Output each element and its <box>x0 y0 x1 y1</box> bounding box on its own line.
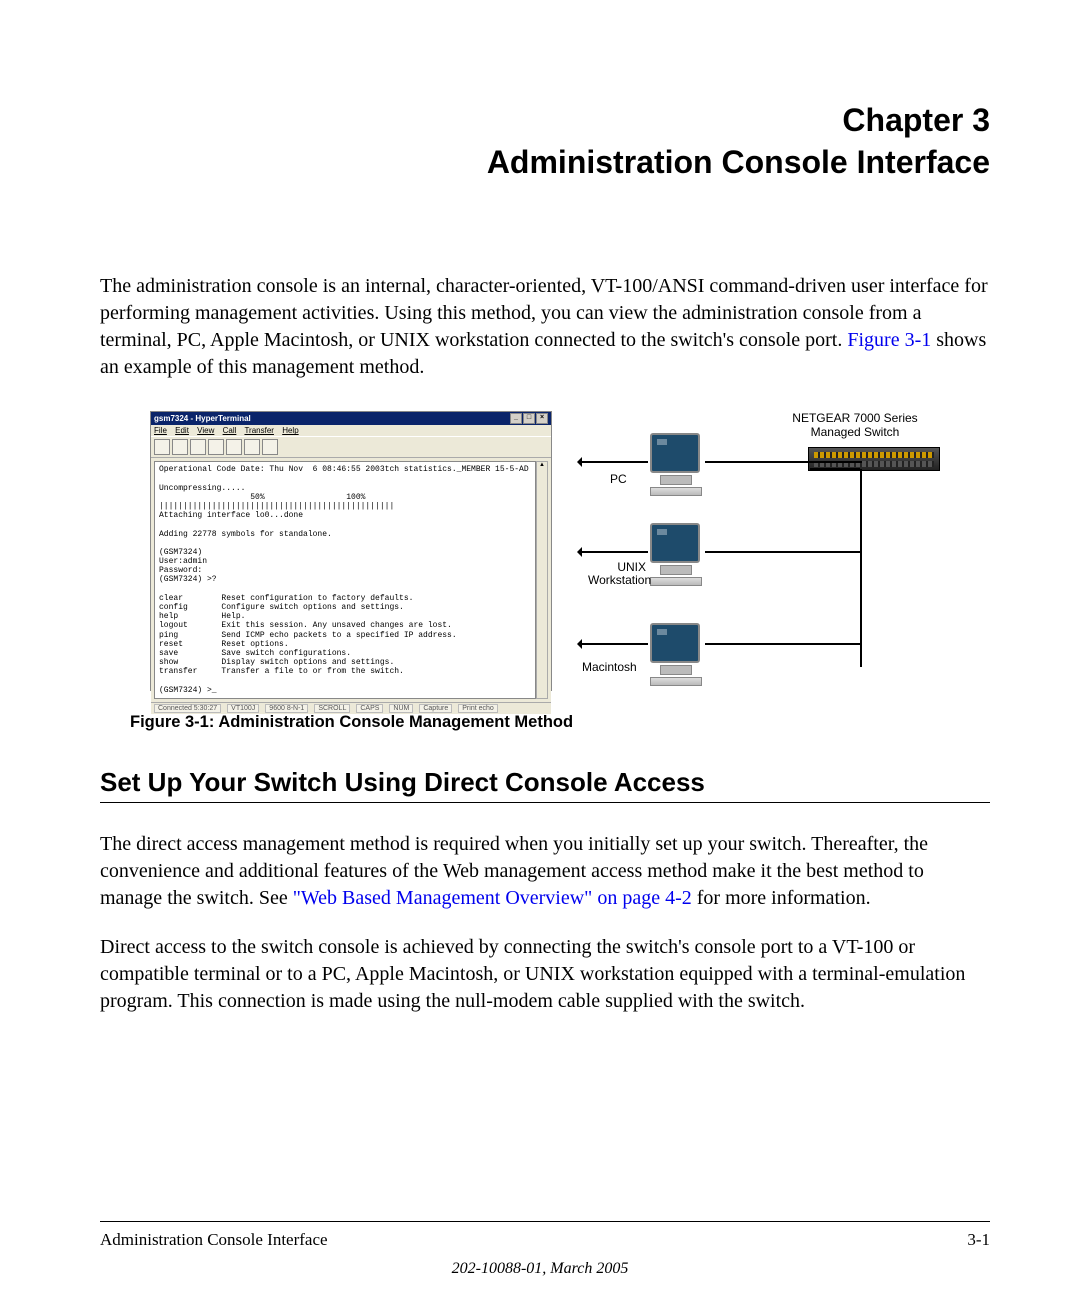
status-capture: Capture <box>419 704 452 713</box>
toolbar-button[interactable] <box>154 439 170 455</box>
scrollbar[interactable] <box>536 461 548 699</box>
paragraph-2: Direct access to the switch console is a… <box>100 934 990 1015</box>
menu-call[interactable]: Call <box>223 426 237 435</box>
connection-line <box>860 469 862 667</box>
menu-help[interactable]: Help <box>282 426 298 435</box>
status-baud: 9600 8-N-1 <box>265 704 308 713</box>
status-print: Print echo <box>458 704 498 713</box>
menu-transfer[interactable]: Transfer <box>244 426 274 435</box>
hyperterminal-window: gsm7324 - HyperTerminal _ □ × File Edit … <box>150 411 552 691</box>
close-icon[interactable]: × <box>536 413 548 424</box>
connection-line <box>860 665 862 667</box>
figure-3-1: gsm7324 - HyperTerminal _ □ × File Edit … <box>150 411 940 701</box>
toolbar-button[interactable] <box>262 439 278 455</box>
intro-paragraph: The administration console is an interna… <box>100 273 990 381</box>
mac-label: Macintosh <box>582 661 637 674</box>
section-heading: Set Up Your Switch Using Direct Console … <box>100 767 990 803</box>
window-titlebar: gsm7324 - HyperTerminal _ □ × <box>151 412 551 425</box>
p1-text-b: for more information. <box>692 887 871 909</box>
unix-icon <box>650 523 702 577</box>
topology-diagram: NETGEAR 7000 Series Managed Switch PC UN… <box>570 411 940 689</box>
toolbar-button[interactable] <box>208 439 224 455</box>
arrow-line <box>580 551 648 553</box>
footer-right: 3-1 <box>967 1230 990 1250</box>
statusbar: Connected 5:30:27 VT100J 9600 8-N-1 SCRO… <box>151 702 551 714</box>
terminal-output: Operational Code Date: Thu Nov 6 08:46:5… <box>154 461 536 699</box>
maximize-icon[interactable]: □ <box>523 413 535 424</box>
mac-icon <box>650 623 702 677</box>
toolbar-button[interactable] <box>172 439 188 455</box>
connection-line <box>705 551 862 553</box>
footer-docinfo: 202-10088-01, March 2005 <box>0 1260 1080 1278</box>
chapter-title: Administration Console Interface <box>100 142 990 184</box>
toolbar <box>151 436 551 458</box>
window-control-icons: _ □ × <box>510 413 548 424</box>
menu-edit[interactable]: Edit <box>175 426 189 435</box>
connection-line <box>810 468 860 470</box>
figure-caption: Figure 3-1: Administration Console Manag… <box>130 713 990 732</box>
connection-line <box>705 461 862 463</box>
paragraph-1: The direct access management method is r… <box>100 831 990 912</box>
cross-ref-link[interactable]: "Web Based Management Overview" on page … <box>293 887 692 909</box>
status-conn: Connected 5:30:27 <box>154 704 221 713</box>
switch-label: NETGEAR 7000 Series Managed Switch <box>780 411 930 439</box>
status-num: NUM <box>389 704 413 713</box>
page-footer: Administration Console Interface 3-1 <box>100 1221 990 1250</box>
unix-label: UNIX Workstation <box>588 561 646 587</box>
switch-label-1: NETGEAR 7000 Series <box>780 411 930 425</box>
pc-label: PC <box>610 473 627 486</box>
status-caps: CAPS <box>356 704 383 713</box>
minimize-icon[interactable]: _ <box>510 413 522 424</box>
arrow-line <box>580 643 648 645</box>
page: Chapter 3 Administration Console Interfa… <box>0 0 1080 1296</box>
connection-line <box>705 643 862 645</box>
arrow-line <box>580 461 648 463</box>
toolbar-button[interactable] <box>190 439 206 455</box>
window-title: gsm7324 - HyperTerminal <box>154 414 251 423</box>
menu-file[interactable]: File <box>154 426 167 435</box>
toolbar-button[interactable] <box>244 439 260 455</box>
status-scroll: SCROLL <box>314 704 350 713</box>
toolbar-button[interactable] <box>226 439 242 455</box>
switch-label-2: Managed Switch <box>780 425 930 439</box>
menu-view[interactable]: View <box>197 426 214 435</box>
figure-ref-link[interactable]: Figure 3-1 <box>847 329 931 351</box>
chapter-heading: Chapter 3 Administration Console Interfa… <box>100 100 990 183</box>
footer-left: Administration Console Interface <box>100 1230 328 1250</box>
chapter-number: Chapter 3 <box>100 100 990 142</box>
pc-icon <box>650 433 702 487</box>
status-term: VT100J <box>227 704 259 713</box>
menubar: File Edit View Call Transfer Help <box>151 425 551 436</box>
